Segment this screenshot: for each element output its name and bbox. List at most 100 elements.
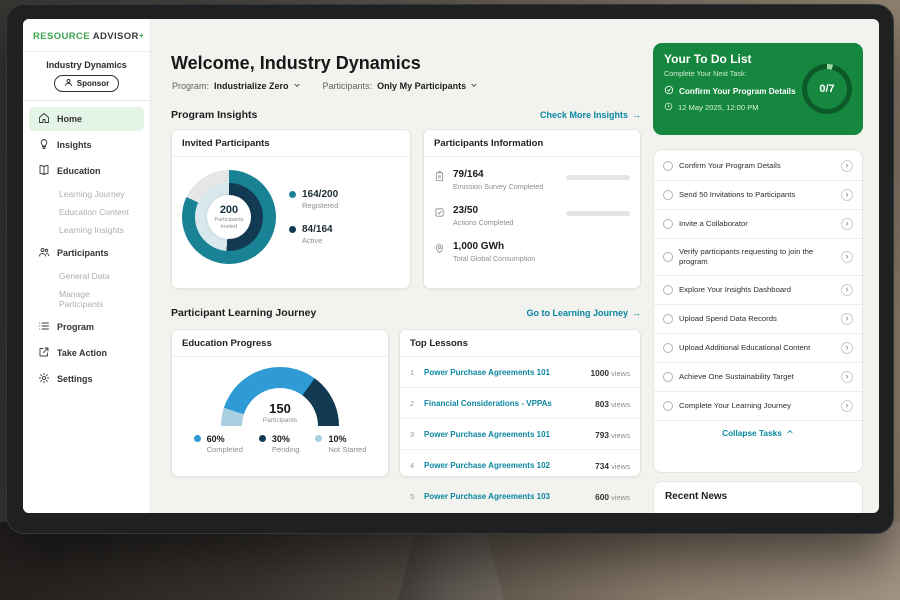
- chevron-right-icon[interactable]: ›: [841, 251, 853, 263]
- todo-summary-card: Your To Do List Complete Your Next Task:…: [653, 43, 863, 135]
- task-row-complete-learning-journey[interactable]: Complete Your Learning Journey ›: [654, 392, 862, 421]
- checkbox-icon[interactable]: [663, 285, 673, 295]
- chevron-right-icon[interactable]: ›: [841, 371, 853, 383]
- chevron-up-icon: [786, 428, 794, 438]
- task-row-upload-educational-content[interactable]: Upload Additional Educational Content ›: [654, 334, 862, 363]
- program-filter-label: Program:: [172, 81, 209, 91]
- recent-news-card: Recent News: [653, 481, 863, 513]
- checkbox-icon[interactable]: [663, 219, 673, 229]
- sidebar-item-learning-insights[interactable]: Learning Insights: [29, 221, 144, 239]
- program-filter-value: Industrialize Zero: [214, 81, 289, 91]
- home-icon: [38, 112, 50, 126]
- checkbox-icon[interactable]: [663, 252, 673, 262]
- checkbox-icon[interactable]: [663, 343, 673, 353]
- sponsor-badge[interactable]: Sponsor: [54, 75, 119, 92]
- chevron-right-icon[interactable]: ›: [841, 342, 853, 354]
- lesson-link[interactable]: Financial Considerations - VPPAs: [424, 399, 589, 408]
- check-more-insights-link[interactable]: Check More Insights →: [540, 110, 641, 120]
- filter-bar: Program: Industrialize Zero Participants…: [172, 81, 478, 91]
- participants-filter-select[interactable]: Only My Participants: [377, 81, 478, 91]
- sidebar-item-participants[interactable]: Participants: [29, 241, 144, 265]
- task-row-explore-insights[interactable]: Explore Your Insights Dashboard ›: [654, 276, 862, 305]
- task-row-achieve-target[interactable]: Achieve One Sustainability Target ›: [654, 363, 862, 392]
- chevron-right-icon[interactable]: ›: [841, 189, 853, 201]
- task-row-invite-collaborator[interactable]: Invite a Collaborator ›: [654, 210, 862, 239]
- info-row-actions: 23/50 Actions Completed: [434, 205, 630, 227]
- sidebar-item-learning-journey[interactable]: Learning Journey: [29, 185, 144, 203]
- clock-icon: [664, 102, 673, 113]
- sidebar-item-general-data[interactable]: General Data: [29, 267, 144, 285]
- todo-progress-ring: 0/7: [802, 64, 852, 114]
- sidebar-item-manage-participants[interactable]: Manage Participants: [29, 285, 144, 313]
- checkbox-icon[interactable]: [663, 161, 673, 171]
- task-row-confirm-program[interactable]: Confirm Your Program Details ›: [654, 152, 862, 181]
- app-logo: RESOURCE ADVISOR+: [23, 19, 150, 52]
- chevron-down-icon: [293, 81, 301, 91]
- education-card-title: Education Progress: [172, 330, 388, 357]
- sidebar-item-education[interactable]: Education: [29, 159, 144, 183]
- info-card-title: Participants Information: [424, 130, 640, 157]
- task-row-verify-participants[interactable]: Verify participants requesting to join t…: [654, 239, 862, 276]
- task-list-card: Confirm Your Program Details › Send 50 I…: [653, 149, 863, 473]
- chevron-right-icon[interactable]: ›: [841, 400, 853, 412]
- participants-filter: Participants: Only My Participants: [323, 81, 479, 91]
- invited-legend: 164/200 Registered 84/164 Active: [289, 189, 338, 245]
- sidebar-item-take-action[interactable]: Take Action: [29, 341, 144, 365]
- legend-active: 84/164 Active: [289, 224, 338, 245]
- legend-dot: [289, 191, 296, 198]
- sidebar-item-label: General Data: [59, 271, 110, 281]
- program-insights-title: Program Insights: [171, 109, 257, 121]
- legend-pending: 30% Pending: [259, 434, 300, 454]
- sidebar-item-settings[interactable]: Settings: [29, 367, 144, 391]
- checkbox-icon[interactable]: [663, 401, 673, 411]
- logo-resource: RESOURCE: [33, 31, 90, 42]
- arrow-right-icon: →: [632, 110, 641, 120]
- sidebar-item-home[interactable]: Home: [29, 107, 144, 131]
- sidebar-item-label: Learning Journey: [59, 189, 125, 199]
- todo-progress-label: 0/7: [807, 69, 847, 109]
- task-row-send-invitations[interactable]: Send 50 Invitations to Participants ›: [654, 181, 862, 210]
- sidebar-item-label: Program: [57, 322, 94, 332]
- chevron-right-icon[interactable]: ›: [841, 218, 853, 230]
- info-row-emission-survey: 79/164 Emission Survey Completed: [434, 169, 630, 191]
- list-icon: [38, 320, 50, 334]
- program-filter: Program: Industrialize Zero: [172, 81, 301, 91]
- sponsor-label: Sponsor: [77, 79, 109, 88]
- lesson-link[interactable]: Power Purchase Agreements 103: [424, 492, 589, 501]
- lesson-row: 1 Power Purchase Agreements 101 1000view…: [400, 357, 640, 388]
- education-legend: 60% Completed 30% Pending 10% Not Star: [194, 434, 367, 454]
- lesson-link[interactable]: Power Purchase Agreements 101: [424, 430, 589, 439]
- learning-journey-title: Participant Learning Journey: [171, 307, 316, 319]
- sidebar-item-label: Insights: [57, 140, 92, 150]
- donut-center: 200 Participants Invited: [207, 195, 251, 239]
- sidebar-item-insights[interactable]: Insights: [29, 133, 144, 157]
- dashboard-screen: RESOURCE ADVISOR+ Industry Dynamics Spon…: [23, 19, 879, 513]
- sidebar-item-label: Participants: [57, 248, 109, 258]
- go-to-learning-journey-link[interactable]: Go to Learning Journey →: [526, 308, 641, 318]
- task-row-upload-spend-data[interactable]: Upload Spend Data Records ›: [654, 305, 862, 334]
- sidebar-item-education-content[interactable]: Education Content: [29, 203, 144, 221]
- participants-information-card: Participants Information 79/164 Emission…: [423, 129, 641, 289]
- gauge-center: 150 Participants: [263, 401, 297, 424]
- learning-journey-header: Participant Learning Journey Go to Learn…: [171, 307, 641, 319]
- lesson-link[interactable]: Power Purchase Agreements 102: [424, 461, 589, 470]
- participants-filter-label: Participants:: [323, 81, 373, 91]
- collapse-tasks-button[interactable]: Collapse Tasks: [654, 421, 862, 443]
- checkbox-icon[interactable]: [663, 190, 673, 200]
- checkbox-icon[interactable]: [663, 314, 673, 324]
- chevron-right-icon[interactable]: ›: [841, 313, 853, 325]
- legend-dot: [315, 435, 322, 442]
- invited-card-title: Invited Participants: [172, 130, 410, 157]
- todo-next-task[interactable]: Confirm Your Program Details: [664, 85, 806, 97]
- chevron-right-icon[interactable]: ›: [841, 160, 853, 172]
- program-filter-select[interactable]: Industrialize Zero: [214, 81, 301, 91]
- top-lessons-title: Top Lessons: [400, 330, 640, 357]
- checkbox-icon[interactable]: [663, 372, 673, 382]
- sidebar-item-program[interactable]: Program: [29, 315, 144, 339]
- chevron-right-icon[interactable]: ›: [841, 284, 853, 296]
- lightbulb-icon: [38, 138, 50, 152]
- lesson-link[interactable]: Power Purchase Agreements 101: [424, 368, 585, 377]
- sidebar-item-label: Home: [57, 114, 82, 124]
- gear-icon: [38, 372, 50, 386]
- lesson-row: 3 Power Purchase Agreements 101 793views: [400, 419, 640, 450]
